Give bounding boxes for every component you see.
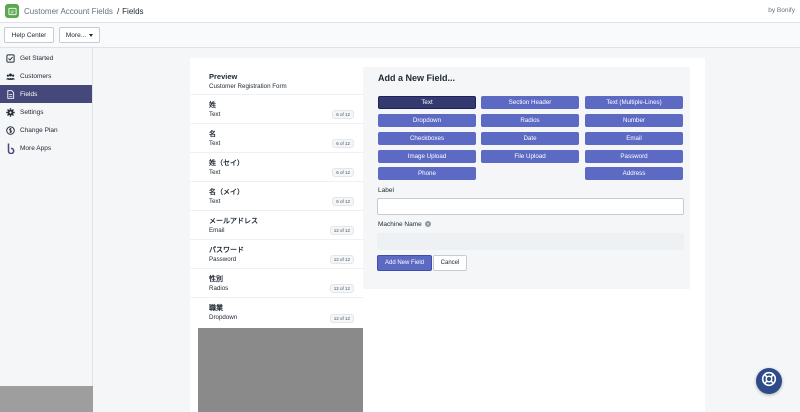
preview-field-row[interactable]: 姓（セイ） Text 6 of 12 (190, 153, 363, 182)
field-width-badge: 12 of 12 (329, 314, 354, 323)
more-actions-button[interactable]: More... (59, 27, 100, 43)
preview-field-name: 性別 (209, 276, 223, 283)
sidebar-item-settings[interactable]: Settings (0, 103, 92, 121)
preview-placeholder-image (198, 328, 363, 412)
machine-name-label: Machine Name (378, 221, 422, 228)
chevron-down-icon (89, 33, 94, 37)
preview-field-row[interactable]: 性別 Radios 12 of 12 (190, 269, 363, 298)
field-type-image-upload-button[interactable]: Image Upload (378, 150, 476, 163)
field-width-badge: 12 of 12 (329, 255, 354, 264)
sidebar-item-get-started[interactable]: Get Started (0, 49, 92, 67)
users-icon (6, 72, 15, 81)
app-logo-icon[interactable] (5, 4, 19, 18)
form-preview: Preview Customer Registration Form 姓 Tex… (190, 58, 363, 328)
field-width-badge: 6 of 12 (332, 110, 354, 119)
preview-field-name: メールアドレス (209, 218, 258, 225)
field-type-password-button[interactable]: Password (585, 150, 683, 163)
action-bar: Help Center More... (0, 23, 800, 48)
machine-name-caption: Machine Name? (378, 221, 431, 228)
gear-icon (6, 107, 15, 117)
preview-field-row[interactable]: 名（メイ） Text 6 of 12 (190, 182, 363, 211)
lifebuoy-icon (761, 371, 777, 392)
cancel-button[interactable]: Cancel (433, 255, 467, 271)
preview-header: Preview Customer Registration Form (190, 58, 363, 95)
breadcrumb-app-name[interactable]: Customer Account Fields (24, 7, 113, 16)
field-type-number-button[interactable]: Number (585, 114, 683, 127)
sidebar-item-fields[interactable]: Fields (0, 85, 92, 103)
machine-name-field (377, 233, 684, 250)
field-type-file-upload-button[interactable]: File Upload (481, 150, 579, 163)
preview-field-row[interactable]: パスワード Password 12 of 12 (190, 240, 363, 269)
help-chat-button[interactable] (756, 368, 782, 394)
add-new-field-button[interactable]: Add New Field (377, 255, 432, 271)
more-actions-label: More... (65, 31, 87, 39)
preview-field-row[interactable]: 職業 Dropdown 12 of 12 (190, 298, 363, 327)
field-width-badge: 12 of 12 (329, 226, 354, 235)
sidebar-footer (0, 386, 93, 412)
label-field-caption: Label (378, 187, 394, 194)
preview-field-name: 職業 (209, 305, 223, 312)
sidebar-item-label: More Apps (20, 144, 52, 152)
field-type-radios-button[interactable]: Radios (481, 114, 579, 127)
field-width-badge: 12 of 12 (329, 284, 354, 293)
field-type-text-button[interactable]: Text (378, 96, 476, 109)
field-width-badge: 6 of 12 (332, 197, 354, 206)
help-circle-icon[interactable]: ? (424, 221, 431, 228)
sidebar-item-label: Customers (20, 72, 52, 80)
sidebar-item-change-plan[interactable]: Change Plan (0, 121, 92, 139)
field-width-badge: 6 of 12 (332, 168, 354, 177)
add-field-panel: Add a New Field... Text Section Header T… (363, 67, 690, 289)
breadcrumb-page-name: Fields (122, 6, 144, 16)
preview-field-name: 姓 (209, 102, 216, 109)
sidebar-item-label: Get Started (20, 54, 54, 62)
field-type-section-header-button[interactable]: Section Header (481, 96, 579, 109)
field-type-text-multiline-button[interactable]: Text (Multiple-Lines) (585, 96, 683, 109)
sidebar: Get Started Customers Fields Settings Ch… (0, 48, 93, 412)
fields-card: Preview Customer Registration Form 姓 Tex… (190, 58, 705, 412)
preview-field-name: 名（メイ） (209, 189, 244, 196)
document-icon (6, 89, 15, 99)
top-bar: Customer Account Fields / Fields by Boni… (0, 0, 800, 23)
preview-field-name: パスワード (209, 247, 244, 254)
field-type-checkboxes-button[interactable]: Checkboxes (378, 132, 476, 145)
preview-field-row[interactable]: メールアドレス Email 12 of 12 (190, 211, 363, 240)
field-type-phone-button[interactable]: Phone (378, 167, 476, 180)
checkbox-icon (6, 53, 15, 63)
sidebar-item-more-apps[interactable]: More Apps (0, 139, 92, 157)
vendor-label: by Bonify (768, 7, 795, 14)
label-input[interactable] (377, 198, 684, 215)
preview-field-name: 姓（セイ） (209, 160, 244, 167)
preview-title: Preview (209, 72, 238, 81)
field-type-date-button[interactable]: Date (481, 132, 579, 145)
field-width-badge: 6 of 12 (332, 139, 354, 148)
dollar-icon (6, 125, 15, 135)
sidebar-item-label: Fields (20, 90, 38, 98)
breadcrumb-separator: / (116, 6, 120, 16)
preview-field-row[interactable]: 名 Text 6 of 12 (190, 124, 363, 153)
add-field-title: Add a New Field... (378, 73, 456, 83)
field-type-email-button[interactable]: Email (585, 132, 683, 145)
bonify-icon (6, 143, 15, 154)
help-center-button[interactable]: Help Center (4, 27, 54, 43)
field-type-dropdown-button[interactable]: Dropdown (378, 114, 476, 127)
field-type-address-button[interactable]: Address (585, 167, 683, 180)
sidebar-item-label: Change Plan (20, 126, 58, 134)
preview-field-row[interactable]: 姓 Text 6 of 12 (190, 95, 363, 124)
preview-subtitle: Customer Registration Form (209, 83, 287, 90)
sidebar-item-label: Settings (20, 108, 44, 116)
sidebar-item-customers[interactable]: Customers (0, 67, 92, 85)
preview-field-name: 名 (209, 131, 216, 138)
